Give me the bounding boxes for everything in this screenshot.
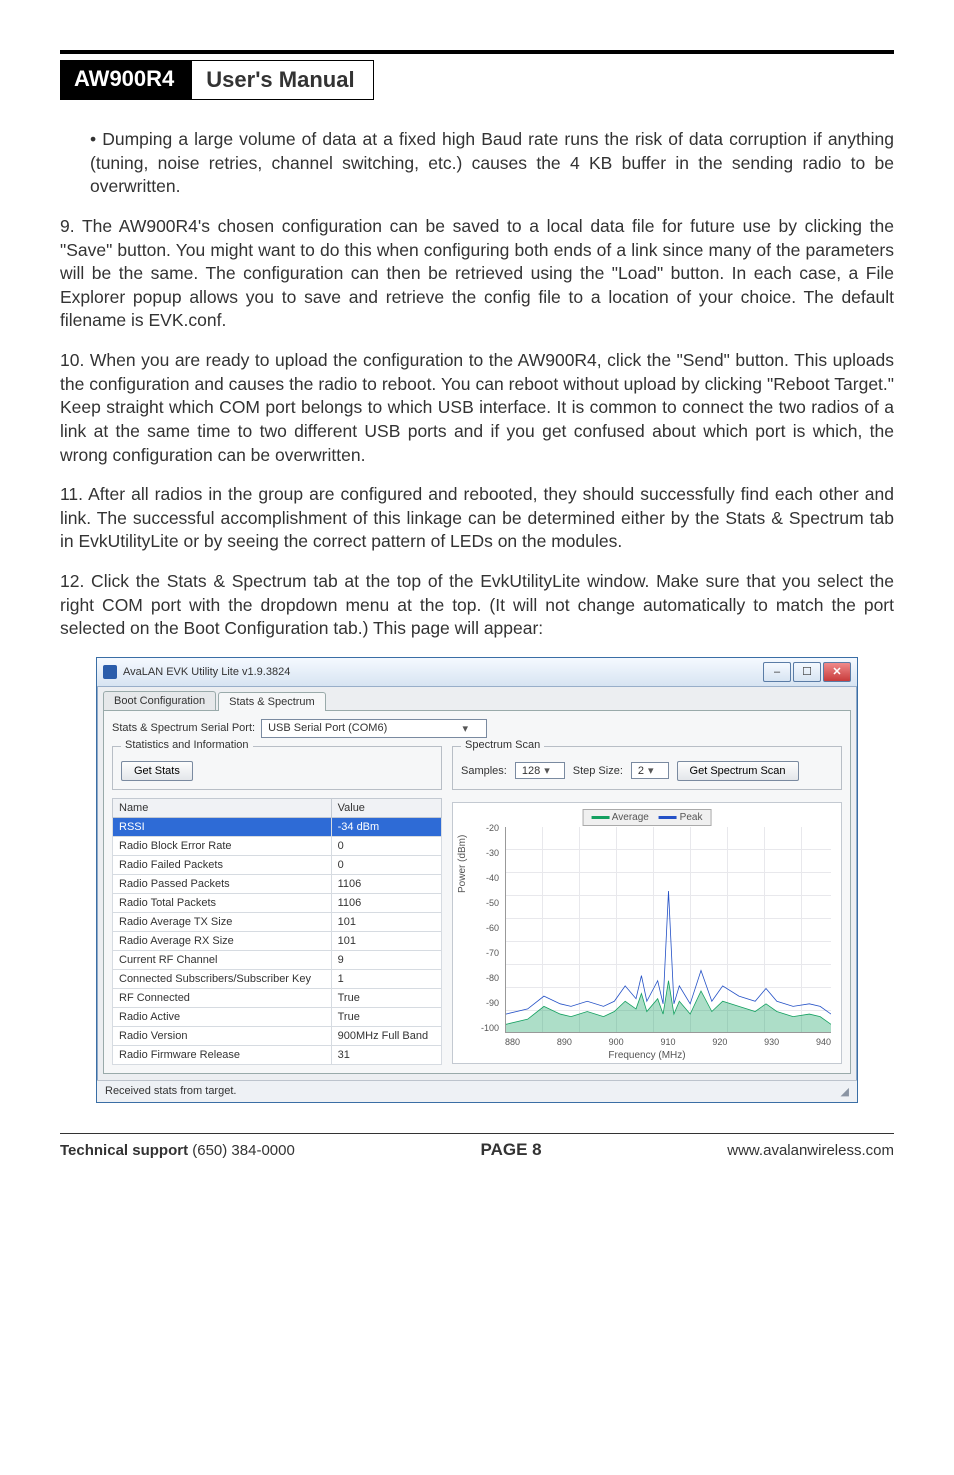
model-label: AW900R4 <box>60 60 192 100</box>
get-spectrum-scan-button[interactable]: Get Spectrum Scan <box>677 761 799 781</box>
serial-port-dropdown[interactable]: USB Serial Port (COM6) <box>261 719 487 738</box>
close-button[interactable]: ✕ <box>823 662 851 682</box>
step-size-label: Step Size: <box>573 765 623 777</box>
table-row[interactable]: Radio Block Error Rate0 <box>113 836 442 855</box>
page-footer: Technical support (650) 384-0000 PAGE 8 … <box>60 1133 894 1160</box>
para-12: 12. Click the Stats & Spectrum tab at th… <box>60 570 894 641</box>
serial-port-label: Stats & Spectrum Serial Port: <box>112 722 255 734</box>
page-number: PAGE 8 <box>481 1140 542 1160</box>
stats-table: Name Value RSSI-34 dBmRadio Block Error … <box>112 798 442 1065</box>
step-size-dropdown[interactable]: 2 <box>631 762 669 779</box>
table-row[interactable]: Radio Average TX Size101 <box>113 912 442 931</box>
table-row[interactable]: RSSI-34 dBm <box>113 817 442 836</box>
maximize-button[interactable]: ☐ <box>793 662 821 682</box>
tab-boot-configuration[interactable]: Boot Configuration <box>103 691 216 710</box>
table-row[interactable]: RF ConnectedTrue <box>113 988 442 1007</box>
app-icon <box>103 665 117 679</box>
table-row[interactable]: Current RF Channel9 <box>113 950 442 969</box>
footer-right: www.avalanwireless.com <box>727 1142 894 1159</box>
table-row[interactable]: Radio Passed Packets1106 <box>113 874 442 893</box>
samples-dropdown[interactable]: 128 <box>515 762 565 779</box>
doc-title: User's Manual <box>192 60 373 100</box>
table-row[interactable]: Connected Subscribers/Subscriber Key1 <box>113 969 442 988</box>
table-row[interactable]: Radio Average RX Size101 <box>113 931 442 950</box>
y-axis-label: Power (dBm) <box>457 835 468 893</box>
table-row[interactable]: Radio Failed Packets0 <box>113 855 442 874</box>
col-value: Value <box>331 798 441 817</box>
table-row[interactable]: Radio Total Packets1106 <box>113 893 442 912</box>
footer-left: Technical support (650) 384-0000 <box>60 1142 295 1159</box>
samples-label: Samples: <box>461 765 507 777</box>
spectrum-group-title: Spectrum Scan <box>461 739 544 751</box>
para-11: 11. After all radios in the group are co… <box>60 483 894 554</box>
spectrum-chart: Average Peak Power (dBm) -20-30-40-50-60… <box>452 802 842 1064</box>
table-row[interactable]: Radio ActiveTrue <box>113 1007 442 1026</box>
col-name: Name <box>113 798 332 817</box>
table-row[interactable]: Radio Version900MHz Full Band <box>113 1026 442 1045</box>
chart-legend: Average Peak <box>583 809 712 826</box>
minimize-button[interactable]: – <box>763 662 791 682</box>
get-stats-button[interactable]: Get Stats <box>121 761 193 781</box>
resize-grip-icon[interactable]: ◢ <box>841 1085 849 1098</box>
para-9: 9. The AW900R4's chosen configuration ca… <box>60 215 894 333</box>
para-10: 10. When you are ready to upload the con… <box>60 349 894 467</box>
tab-stats-spectrum[interactable]: Stats & Spectrum <box>218 692 326 711</box>
header-bar: AW900R4 User's Manual <box>60 60 894 100</box>
window-title: AvaLAN EVK Utility Lite v1.9.3824 <box>123 666 290 678</box>
titlebar: AvaLAN EVK Utility Lite v1.9.3824 – ☐ ✕ <box>97 658 857 687</box>
table-row[interactable]: Radio Firmware Release31 <box>113 1045 442 1064</box>
app-window: AvaLAN EVK Utility Lite v1.9.3824 – ☐ ✕ … <box>96 657 858 1103</box>
stats-group-title: Statistics and Information <box>121 739 253 751</box>
serial-port-value: USB Serial Port (COM6) <box>268 722 387 734</box>
status-text: Received stats from target. <box>105 1085 236 1098</box>
bullet-item: Dumping a large volume of data at a fixe… <box>90 128 894 199</box>
x-axis-label: Frequency (MHz) <box>608 1050 685 1061</box>
